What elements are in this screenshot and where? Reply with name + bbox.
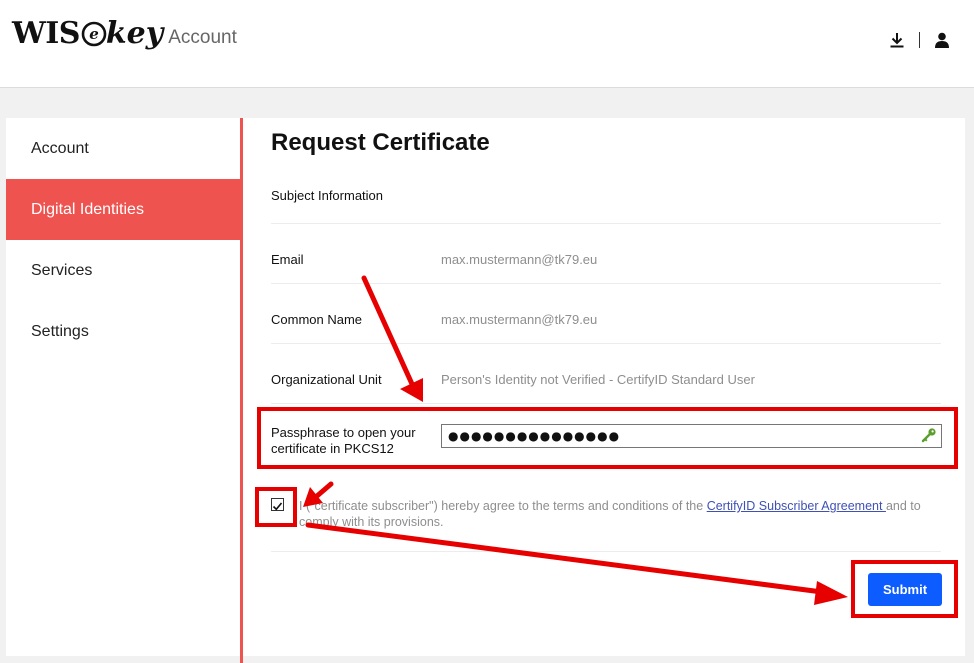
sidebar-item-settings[interactable]: Settings [6,301,242,362]
passphrase-label: Passphrase to open your certificate in P… [271,425,416,456]
email-row: Email max.mustermann@tk79.eu [271,224,941,284]
agreement-text: I ("certificate subscriber") hereby agre… [299,498,939,530]
agreement-checkbox[interactable] [271,498,284,511]
logo-key: key [105,16,164,51]
subject-info-row: Subject Information [271,166,941,224]
email-value: max.mustermann@tk79.eu [441,252,598,267]
org-unit-value: Person's Identity not Verified - Certify… [441,372,755,387]
page-title: Request Certificate [271,129,490,156]
subject-info-heading: Subject Information [271,188,384,203]
request-certificate-panel: Request Certificate Subject Information … [243,118,965,656]
user-icon[interactable] [932,30,952,50]
agreement-row: I ("certificate subscriber") hereby agre… [271,490,941,552]
app-header: WIS e key Account [0,0,974,88]
sidebar-item-services[interactable]: Services [6,240,242,301]
key-icon[interactable] [921,427,937,443]
submit-button[interactable]: Submit [868,573,942,606]
wisekey-logo[interactable]: WIS e key Account [12,16,237,51]
header-actions [887,30,952,50]
logo-wis: WIS [12,16,80,51]
org-unit-row: Organizational Unit Person's Identity no… [271,344,941,404]
org-unit-label: Organizational Unit [271,372,382,387]
agreement-prefix: I ("certificate subscriber") hereby agre… [299,499,707,513]
email-label: Email [271,252,304,267]
passphrase-input[interactable] [441,424,942,448]
common-name-label: Common Name [271,312,363,327]
sidebar-item-digital-identities[interactable]: Digital Identities [6,179,242,240]
common-name-value: max.mustermann@tk79.eu [441,312,598,327]
subscriber-agreement-link[interactable]: CertifyID Subscriber Agreement [707,499,886,513]
logo-e: e [89,25,99,43]
sidebar-item-account[interactable]: Account [6,118,242,179]
download-icon[interactable] [887,30,907,50]
common-name-row: Common Name max.mustermann@tk79.eu [271,284,941,344]
logo-subtitle: Account [168,27,237,48]
sidebar: Account Digital Identities Services Sett… [6,118,242,656]
logo-e-mark: e [81,21,107,46]
header-separator [919,32,920,48]
checkbox-icon [272,502,283,511]
